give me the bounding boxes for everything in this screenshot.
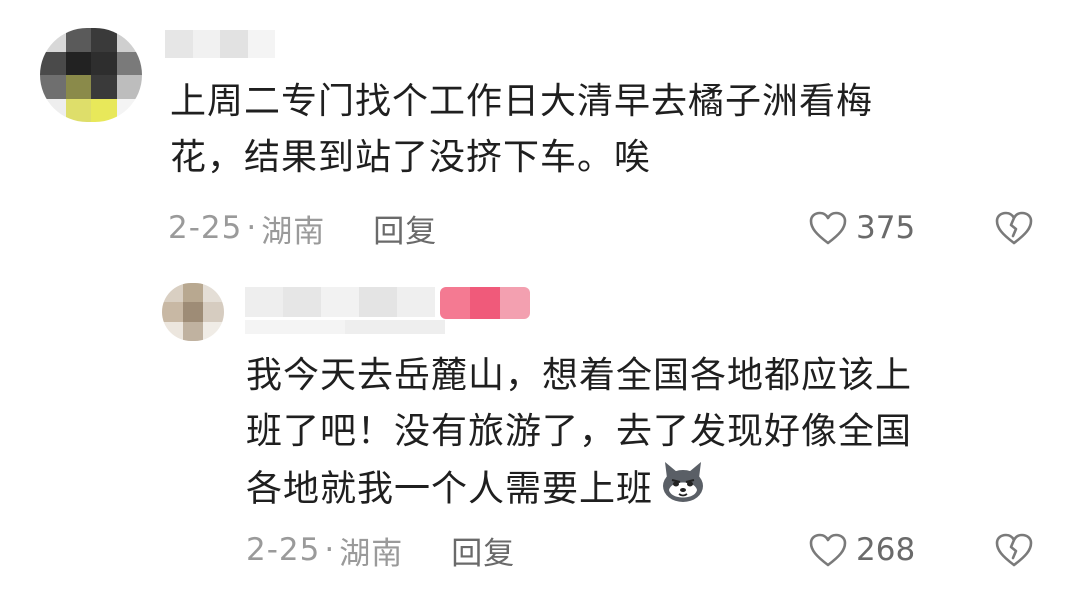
comment-location: 湖南: [261, 213, 326, 250]
comment-text-line: 花，结果到站了没挤下车。唉: [170, 137, 652, 178]
avatar[interactable]: [40, 28, 142, 122]
comment-date: 2-25: [246, 532, 321, 568]
user-badge-blurred: [440, 287, 530, 319]
like-button[interactable]: 375: [808, 208, 915, 248]
comment-body: 上周二专门找个工作日大清早去橘子洲看梅 花，结果到站了没挤下车。唉: [170, 74, 1050, 186]
like-count: 268: [856, 532, 916, 568]
username-blurred[interactable]: [245, 287, 435, 317]
comment-text-line: 班了吧！没有旅游了，去了发现好像全国: [246, 411, 913, 452]
meta-separator: ·: [324, 532, 336, 568]
like-button[interactable]: 268: [808, 530, 915, 570]
comment-meta: 2-25 · 湖南 回复: [246, 528, 515, 573]
meta-separator: ·: [246, 210, 258, 246]
comment-meta: 2-25 · 湖南 回复: [168, 206, 437, 251]
username-blurred[interactable]: [165, 30, 275, 58]
comment-body: 我今天去岳麓山，想着全国各地都应该上 班了吧！没有旅游了，去了发现好像全国 各地…: [246, 348, 1046, 521]
broken-heart-icon[interactable]: [994, 210, 1034, 246]
comment-location: 湖南: [339, 535, 404, 572]
reply-button[interactable]: 回复: [373, 206, 437, 251]
comment-text-line: 我今天去岳麓山，想着全国各地都应该上: [246, 355, 913, 396]
like-count: 375: [856, 210, 916, 246]
comment-date: 2-25: [168, 210, 243, 246]
username-blurred: [245, 320, 445, 334]
avatar[interactable]: [162, 283, 224, 341]
dog-face-emoji-icon: [659, 460, 707, 521]
reply-button[interactable]: 回复: [451, 528, 515, 573]
comment-text-line: 上周二专门找个工作日大清早去橘子洲看梅: [170, 81, 874, 122]
comment-text-fragment: 各地就我一个人需要上班: [246, 468, 654, 510]
heart-outline-icon: [808, 210, 848, 246]
broken-heart-icon[interactable]: [994, 532, 1034, 568]
comment-text-line: 各地就我一个人需要上班: [246, 460, 1046, 521]
heart-outline-icon: [808, 532, 848, 568]
